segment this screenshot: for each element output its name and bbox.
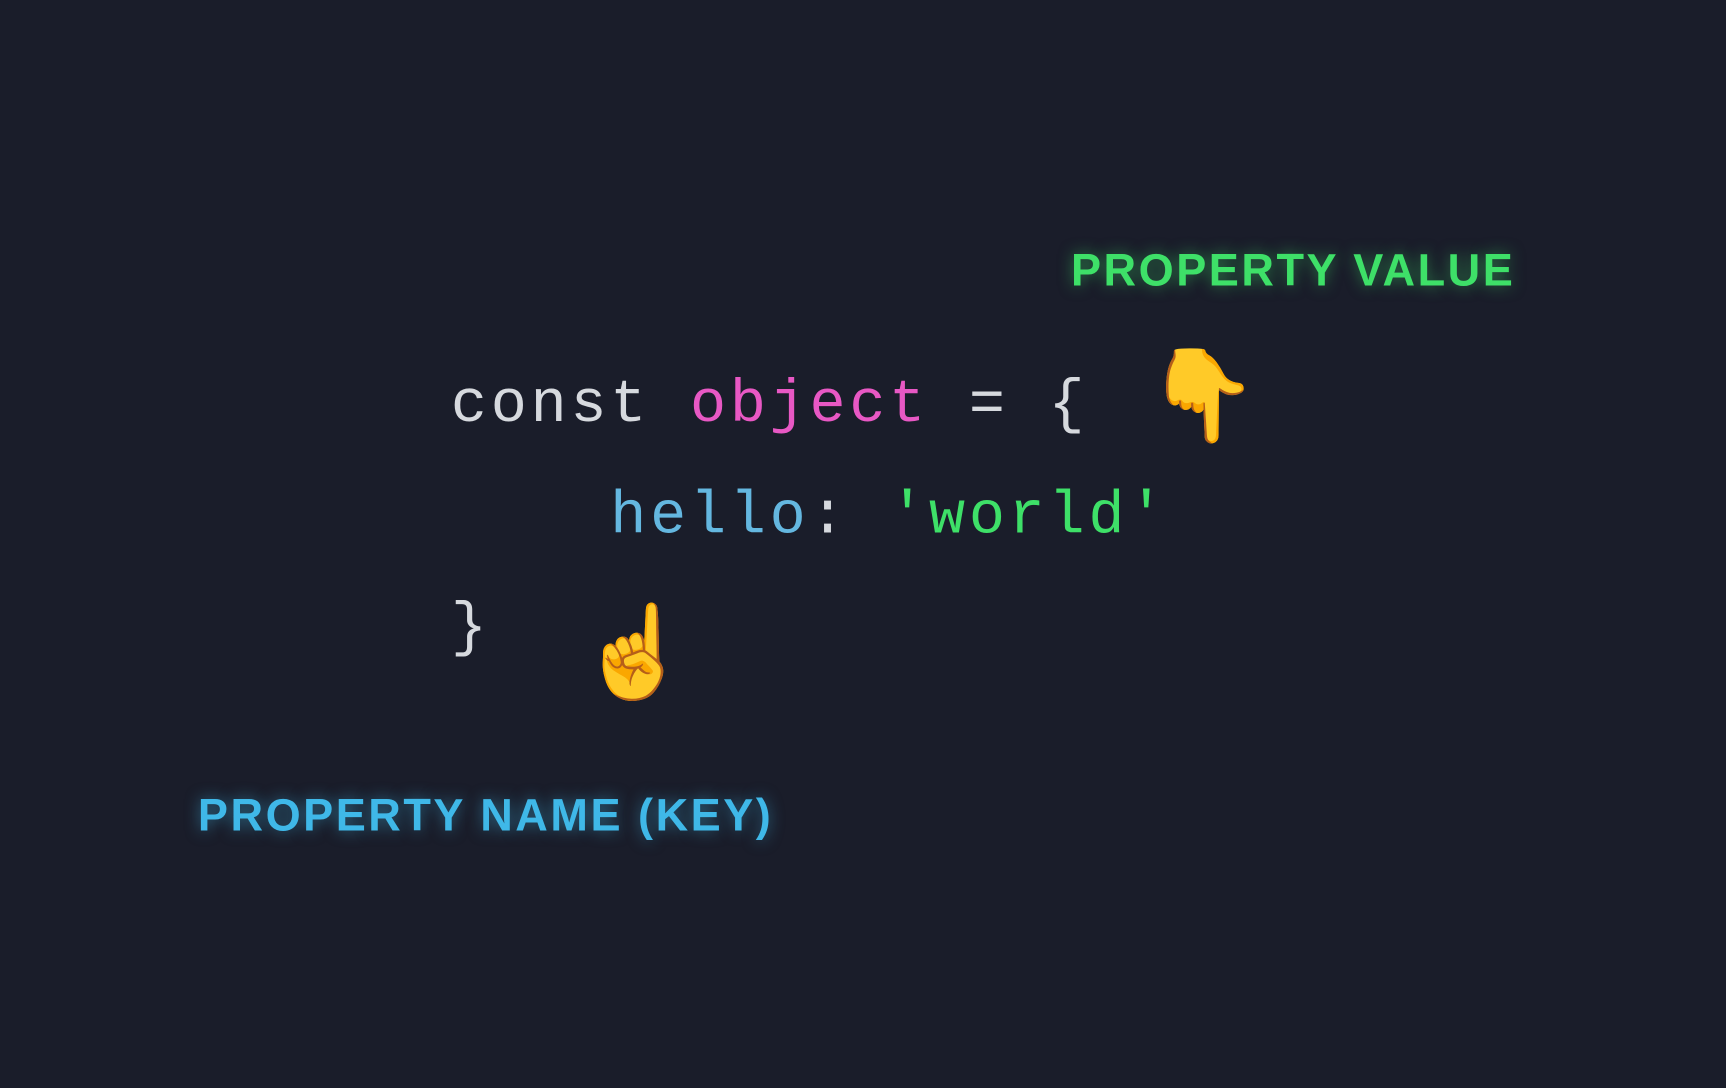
code-line-2: hello: 'world': [451, 462, 1168, 573]
property-name: hello: [610, 483, 809, 551]
brace-open: {: [1049, 372, 1089, 440]
code-line-1: const object = {: [451, 351, 1168, 462]
equals-sign: =: [929, 372, 1049, 440]
property-name-label: PROPERTY NAME (KEY): [198, 789, 773, 842]
space: [650, 372, 690, 440]
pointing-hand-key-icon: ☝️: [579, 614, 691, 704]
code-line-3: }: [451, 573, 1168, 684]
colon: :: [809, 483, 889, 551]
property-value-label: PROPERTY VALUE: [1071, 244, 1515, 297]
property-value: 'world': [889, 483, 1168, 551]
pointing-hand-value-icon: 👇: [1146, 357, 1258, 447]
keyword-const: const: [451, 372, 650, 440]
indent: [451, 483, 610, 551]
brace-close: }: [451, 594, 491, 662]
code-snippet: const object = { hello: 'world' }: [451, 351, 1168, 685]
identifier-object: object: [690, 372, 929, 440]
